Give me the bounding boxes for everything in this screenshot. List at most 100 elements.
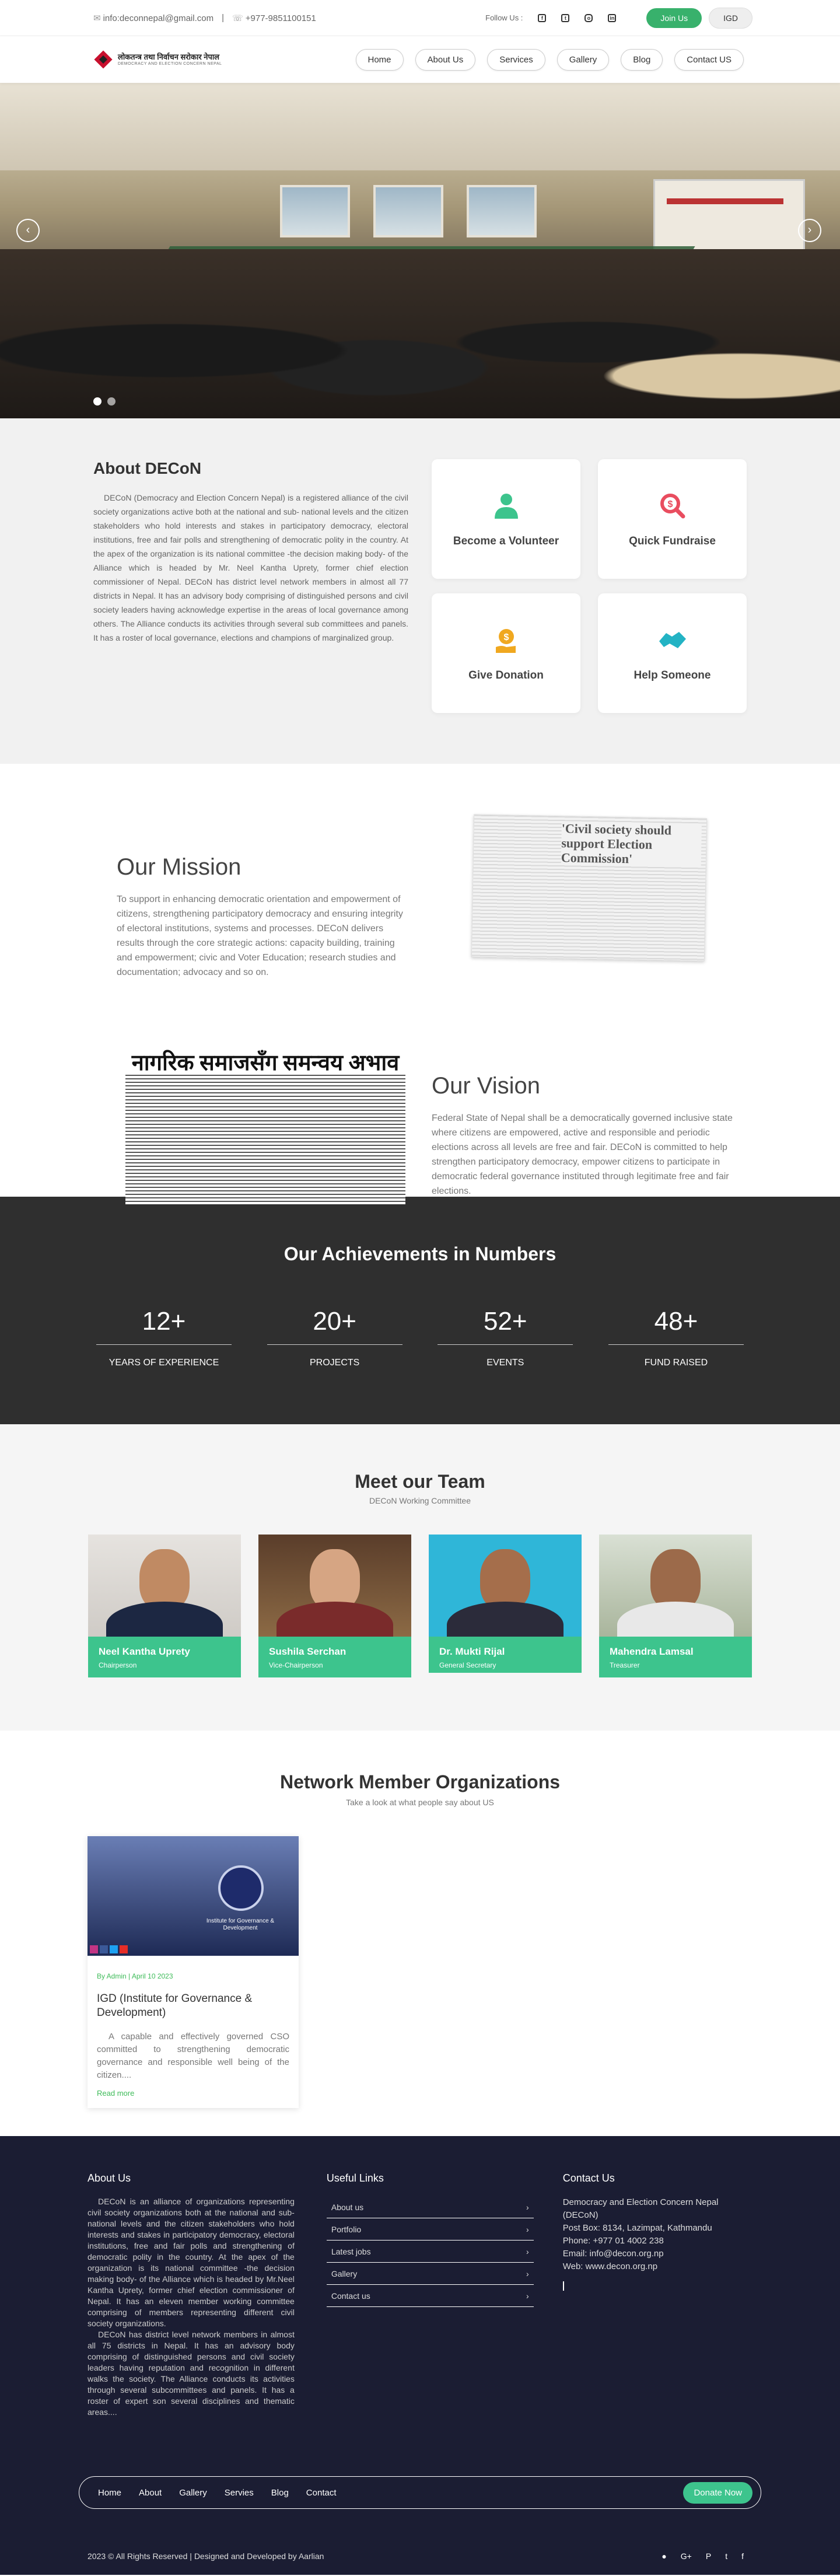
post-title[interactable]: IGD (Institute for Governance & Developm… xyxy=(97,1992,289,2020)
facebook-icon[interactable]: f xyxy=(741,2551,744,2561)
hero-window xyxy=(280,185,350,237)
twitter-icon[interactable]: t xyxy=(561,13,570,22)
footer-nav-about[interactable]: About xyxy=(139,2488,162,2498)
nav-menu: Home About Us Services Gallery Blog Cont… xyxy=(355,48,744,71)
facebook-icon[interactable]: f xyxy=(538,13,547,22)
text-cursor xyxy=(562,2281,564,2291)
clipping-headline: 'Civil society should support Election C… xyxy=(561,821,702,868)
chevron-right-icon: › xyxy=(526,2225,529,2234)
user-icon xyxy=(491,491,522,521)
member-role: General Secretary xyxy=(439,1661,496,1669)
footer-link[interactable]: Latest jobs › xyxy=(326,2241,534,2263)
contact-email[interactable]: Email: info@decon.org.np xyxy=(563,2248,752,2260)
team-members: Neel Kantha Uprety Chairperson Sushila Se… xyxy=(0,1535,840,1677)
footer-links-title: Useful Links xyxy=(326,2172,384,2184)
logo[interactable]: लोकतन्त्र तथा निर्वाचन सरोकार नेपाल DEMOC… xyxy=(93,50,222,69)
footer-contact: Contact Us Democracy and Election Concer… xyxy=(562,2172,752,2418)
chevron-right-icon: › xyxy=(526,2291,529,2301)
team-subtitle: DECoN Working Committee xyxy=(369,1496,471,1505)
contact-web[interactable]: Web: www.decon.org.np xyxy=(563,2260,752,2273)
footer-nav-blog[interactable]: Blog xyxy=(271,2488,289,2498)
slider-prev-button[interactable]: ‹ xyxy=(16,219,40,242)
card-fundraise[interactable]: $ Quick Fundraise xyxy=(598,459,747,579)
member-photo xyxy=(88,1535,241,1637)
card-label: Help Someone xyxy=(634,669,711,681)
nav-blog[interactable]: Blog xyxy=(621,48,663,71)
stat-label: PROJECTS xyxy=(309,1358,360,1368)
team-member-card[interactable]: Sushila Serchan Vice-Chairperson xyxy=(258,1535,411,1677)
newspaper-clipping-image: 'Civil society should support Election C… xyxy=(471,814,708,962)
card-donation[interactable]: $ Give Donation xyxy=(432,593,580,713)
post-excerpt: A capable and effectively governed CSO c… xyxy=(97,2032,289,2080)
vision-title: Our Vision xyxy=(432,1073,541,1099)
footer-link[interactable]: Gallery › xyxy=(326,2263,534,2285)
stat-label: YEARS OF EXPERIENCE xyxy=(108,1358,219,1368)
achievements-section: Our Achievements in Numbers 12+ YEARS OF … xyxy=(0,1197,840,1424)
footer-nav-services[interactable]: Servies xyxy=(225,2488,254,2498)
hero-window xyxy=(373,185,443,237)
facebook-icon[interactable] xyxy=(100,1945,108,1953)
footer-link[interactable]: About us › xyxy=(326,2196,534,2218)
team-member-card[interactable]: Dr. Mukti Rijal General Secretary xyxy=(429,1535,582,1677)
post-image-text: Institute for Governance & Development xyxy=(206,1918,275,1931)
donate-now-button[interactable]: Donate Now xyxy=(683,2481,752,2504)
mail-icon: ✉ xyxy=(93,13,101,23)
footer-nav-gallery[interactable]: Gallery xyxy=(179,2488,207,2498)
contact-org: Democracy and Election Concern Nepal (DE… xyxy=(562,2197,719,2220)
contact-address: Post Box: 8134, Lazimpat, Kathmandu xyxy=(562,2223,712,2233)
google-plus-icon[interactable]: G+ xyxy=(681,2551,692,2561)
vision-block: Our Vision Federal State of Nepal shall … xyxy=(432,1073,735,1198)
follow-label: Follow Us : xyxy=(485,13,523,22)
email-item[interactable]: ✉ info:deconnepal@gmail.com xyxy=(93,13,214,23)
twitter-icon[interactable] xyxy=(110,1945,118,1953)
slider-dot[interactable] xyxy=(107,397,116,406)
nav-contact-us[interactable]: Contact US xyxy=(674,48,744,71)
team-member-card[interactable]: Mahendra Lamsal Treasurer xyxy=(599,1535,752,1677)
linkedin-icon[interactable]: in xyxy=(608,13,617,22)
member-name: Neel Kantha Uprety xyxy=(99,1646,190,1657)
footer-link[interactable]: Portfolio › xyxy=(326,2218,534,2241)
twitter-icon[interactable]: t xyxy=(725,2551,727,2561)
nav-services[interactable]: Services xyxy=(487,48,545,71)
nav-home[interactable]: Home xyxy=(355,48,404,71)
network-section: Network Member Organizations Take a look… xyxy=(0,1731,840,2136)
join-us-button[interactable]: Join Us xyxy=(646,8,702,28)
hero-crowd xyxy=(0,249,840,418)
pinterest-icon[interactable]: P xyxy=(706,2551,711,2561)
igd-button[interactable]: IGD xyxy=(709,7,752,29)
nav-about-us[interactable]: About Us xyxy=(415,48,476,71)
member-photo xyxy=(429,1535,582,1637)
slider-dot[interactable] xyxy=(93,397,102,406)
donation-icon: $ xyxy=(491,625,522,655)
instagram-icon[interactable] xyxy=(90,1945,98,1953)
nepali-newspaper-image: नागरिक समाजसँग समन्वय अभाव xyxy=(125,1047,405,1204)
stat-number: 48+ xyxy=(608,1307,744,1345)
network-post-card[interactable]: Institute for Governance & Development B… xyxy=(88,1836,299,2108)
phone-item[interactable]: ☏ +977-9851100151 xyxy=(232,13,316,23)
card-help[interactable]: Help Someone xyxy=(598,593,747,713)
footer-bottom: 2023 © All Rights Reserved | Designed an… xyxy=(88,2551,744,2561)
card-label: Become a Volunteer xyxy=(453,534,559,547)
footer-link[interactable]: Contact us › xyxy=(326,2285,534,2307)
top-bar: ✉ info:deconnepal@gmail.com | ☏ +977-98511… xyxy=(0,0,840,36)
nav-gallery[interactable]: Gallery xyxy=(556,48,610,71)
vision-body: Federal State of Nepal shall be a democr… xyxy=(432,1113,733,1196)
stat-label: FUND RAISED xyxy=(644,1358,708,1368)
hero-slider: ‹ › xyxy=(0,83,840,418)
slider-next-button[interactable]: › xyxy=(798,219,821,242)
team-section: Meet our Team DECoN Working Committee Ne… xyxy=(0,1424,840,1731)
handshake-icon xyxy=(657,625,688,655)
footer-nav-home[interactable]: Home xyxy=(98,2488,121,2498)
mission-block: Our Mission To support in enhancing demo… xyxy=(93,805,405,980)
achievements-title: Our Achievements in Numbers xyxy=(284,1243,556,1264)
card-volunteer[interactable]: Become a Volunteer xyxy=(432,459,580,579)
footer-nav-contact[interactable]: Contact xyxy=(306,2488,337,2498)
footer-about-title: About Us xyxy=(88,2172,131,2184)
instagram-icon[interactable]: o xyxy=(584,13,593,22)
stat-number: 20+ xyxy=(267,1307,402,1345)
read-more-link[interactable]: Read more xyxy=(97,2089,289,2098)
top-right: Follow Us : f t o in Join Us IGD xyxy=(485,7,752,29)
team-member-card[interactable]: Neel Kantha Uprety Chairperson xyxy=(88,1535,241,1677)
youtube-icon[interactable] xyxy=(120,1945,128,1953)
github-icon[interactable]: ● xyxy=(662,2551,666,2561)
